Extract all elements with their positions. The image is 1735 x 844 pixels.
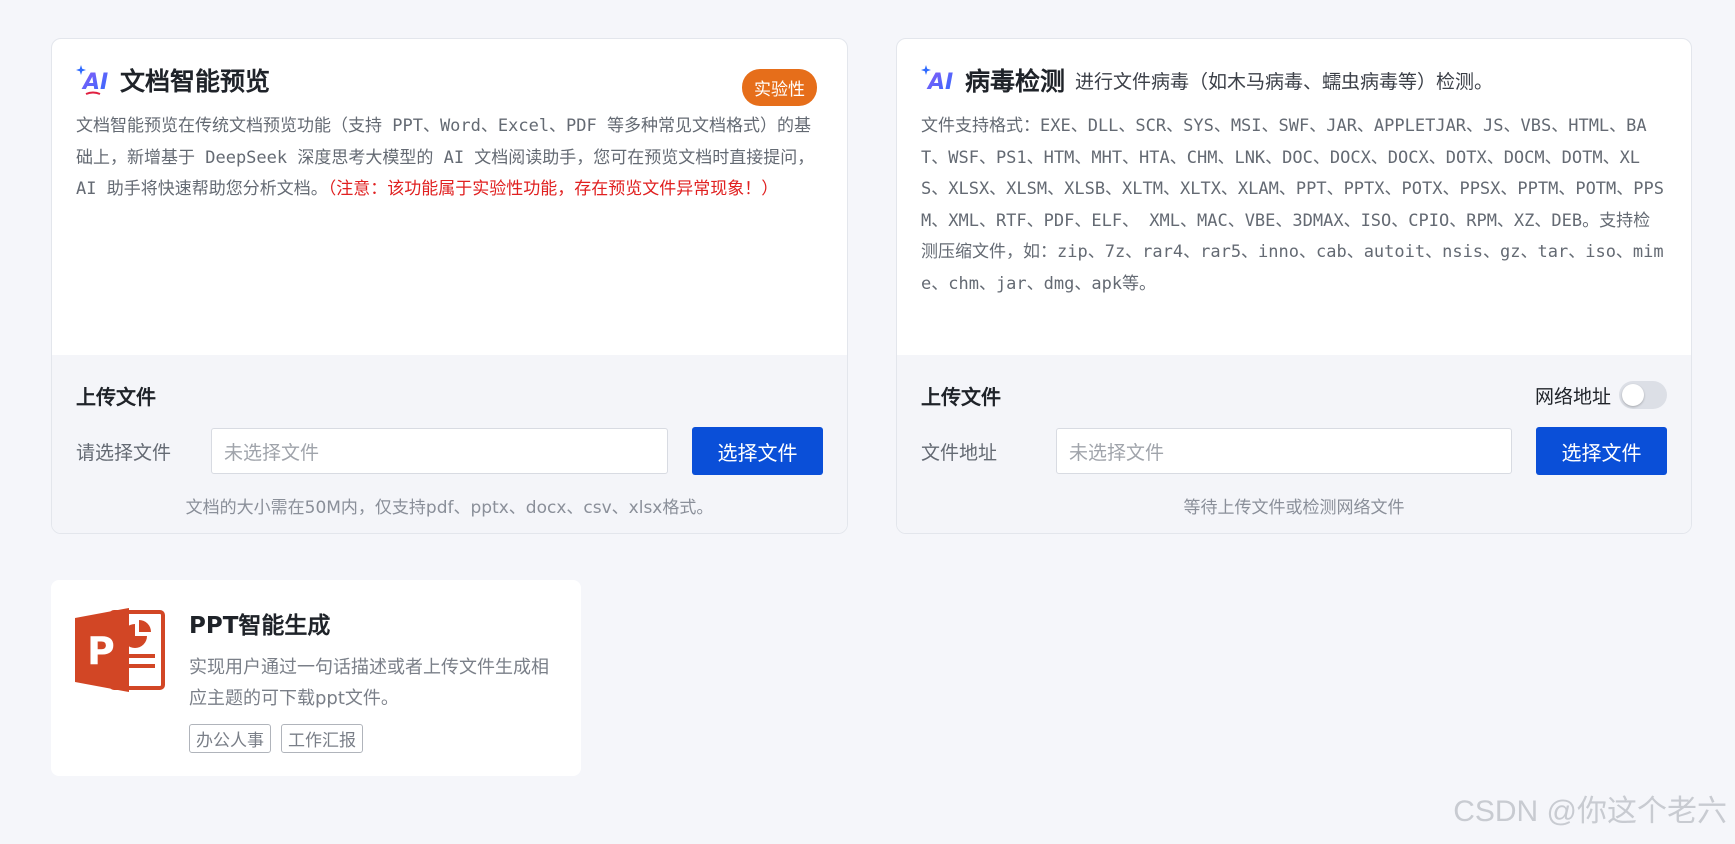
- virus-upload-title: 上传文件: [921, 385, 1001, 409]
- powerpoint-icon: P: [75, 608, 165, 692]
- virus-scan-title: 病毒检测: [965, 67, 1066, 96]
- doc-file-label: 请选择文件: [76, 441, 172, 464]
- doc-select-file-button[interactable]: 选择文件: [692, 427, 823, 475]
- network-address-label: 网络地址: [1534, 385, 1611, 408]
- ppt-generate-title: PPT智能生成: [189, 613, 331, 639]
- ppt-generate-description: 实现用户通过一句话描述或者上传文件生成相应主题的可下载ppt文件。: [189, 657, 549, 709]
- virus-scan-subtitle: 进行文件病毒（如木马病毒、蠕虫病毒等）检测。: [1075, 70, 1494, 93]
- virus-upload-section: 上传文件 网络地址 文件地址 未选择文件 选择文件 等待上传文件或检测网络文件: [897, 355, 1691, 533]
- svg-text:AI: AI: [926, 70, 953, 95]
- doc-preview-title: 文档智能预览: [120, 67, 271, 96]
- ai-sparkle-icon: AI: [921, 65, 953, 95]
- network-address-toggle-group: 网络地址: [1535, 381, 1667, 409]
- virus-scan-title-row: AI 病毒检测 进行文件病毒（如木马病毒、蠕虫病毒等）检测。: [921, 39, 1667, 105]
- doc-file-input[interactable]: 未选择文件: [211, 428, 668, 474]
- network-address-toggle[interactable]: [1619, 381, 1667, 409]
- virus-scan-card: AI 病毒检测 进行文件病毒（如木马病毒、蠕虫病毒等）检测。 文件支持格式：EX…: [896, 38, 1692, 534]
- toggle-knob: [1622, 384, 1644, 406]
- ppt-tags: 办公人事 工作汇报: [189, 724, 373, 753]
- virus-scan-card-header: AI 病毒检测 进行文件病毒（如木马病毒、蠕虫病毒等）检测。 文件支持格式：EX…: [897, 39, 1691, 355]
- virus-upload-hint: 等待上传文件或检测网络文件: [1183, 498, 1405, 518]
- doc-preview-description: 文档智能预览在传统文档预览功能（支持 PPT、Word、Excel、PDF 等多…: [76, 111, 823, 206]
- virus-file-input[interactable]: 未选择文件: [1056, 428, 1512, 474]
- virus-file-label: 文件地址: [921, 441, 998, 464]
- doc-preview-card-header: AI 文档智能预览 实验性 文档智能预览在传统文档预览功能（支持 PPT、Wor…: [52, 39, 847, 355]
- tag-work-report[interactable]: 工作汇报: [281, 724, 363, 753]
- doc-file-input-placeholder: 未选择文件: [224, 441, 320, 464]
- experimental-badge: 实验性: [742, 69, 817, 106]
- doc-upload-title: 上传文件: [76, 385, 156, 409]
- doc-upload-section: 上传文件 请选择文件 未选择文件 选择文件 文档的大小需在50M内，仅支持pdf…: [52, 355, 847, 533]
- virus-select-file-button[interactable]: 选择文件: [1536, 427, 1667, 475]
- ppt-logo-letter: P: [87, 629, 115, 673]
- tag-office-hr[interactable]: 办公人事: [189, 724, 271, 753]
- doc-upload-row: 请选择文件 未选择文件 选择文件: [76, 427, 823, 475]
- ppt-generate-card[interactable]: P PPT智能生成 实现用户通过一句话描述或者上传文件生成相应主题的可下载ppt…: [51, 580, 581, 776]
- doc-preview-card: AI 文档智能预览 实验性 文档智能预览在传统文档预览功能（支持 PPT、Wor…: [51, 38, 848, 534]
- doc-preview-warning: （注意：该功能属于实验性功能，存在预览文件异常现象！）: [327, 179, 779, 199]
- svg-text:AI: AI: [81, 70, 108, 95]
- doc-preview-title-row: AI 文档智能预览: [76, 39, 823, 105]
- csdn-watermark: CSDN @你这个老六: [1453, 795, 1727, 828]
- virus-scan-description: 文件支持格式：EXE、DLL、SCR、SYS、MSI、SWF、JAR、APPLE…: [921, 116, 1664, 294]
- virus-upload-row: 文件地址 未选择文件 选择文件: [921, 427, 1667, 475]
- doc-upload-hint: 文档的大小需在50M内，仅支持pdf、pptx、docx、csv、xlsx格式。: [185, 498, 714, 518]
- virus-file-input-placeholder: 未选择文件: [1069, 441, 1165, 464]
- ai-sparkle-icon: AI: [76, 65, 108, 95]
